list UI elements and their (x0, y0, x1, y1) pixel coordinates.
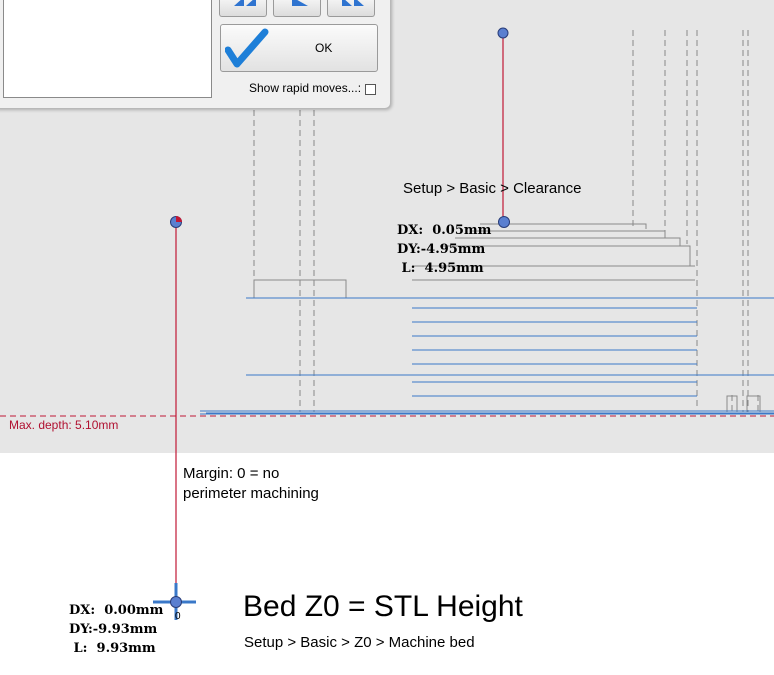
dialog-list-panel[interactable] (3, 0, 212, 98)
play-icon (292, 0, 308, 6)
max-depth-label: Max. depth: 5.10mm (9, 418, 119, 432)
clearance-bottom-handle[interactable] (498, 216, 510, 228)
rewind-button[interactable] (219, 0, 267, 17)
origin-measure-length: L: 9.93mm (69, 641, 156, 656)
toolpath-dialog: OK Show rapid moves...: (0, 0, 391, 109)
part-outline (253, 223, 761, 412)
bed-hint[interactable]: Setup > Basic > Z0 > Machine bed (244, 634, 475, 651)
rewind-icon (234, 0, 256, 6)
fast-forward-button[interactable] (327, 0, 375, 17)
origin-measure-dx: DX: 0.00mm (69, 603, 164, 618)
margin-hint-line1[interactable]: Margin: 0 = no (183, 465, 279, 482)
origin-label: 0 (175, 611, 181, 622)
ok-button[interactable]: OK (220, 24, 378, 72)
clearance-measure-length: L: 4.95mm (397, 261, 484, 276)
fast-forward-icon (342, 0, 364, 6)
margin-hint-line2[interactable]: perimeter machining (183, 485, 319, 502)
clearance-top-handle[interactable] (497, 27, 509, 39)
clearance-measure-dy: DY:-4.95mm (397, 242, 486, 257)
show-rapid-moves-checkbox[interactable] (365, 84, 376, 95)
clearance-hint[interactable]: Setup > Basic > Clearance (403, 180, 581, 197)
check-icon (225, 28, 269, 68)
ok-label: OK (315, 41, 333, 55)
show-rapid-moves-label: Show rapid moves...: (249, 81, 362, 95)
clearance-measure-dx: DX: 0.05mm (397, 223, 492, 238)
bed-title[interactable]: Bed Z0 = STL Height (243, 590, 523, 624)
play-button[interactable] (273, 0, 321, 17)
toolpath-lines (200, 297, 774, 415)
origin-measure-dy: DY:-9.93mm (69, 622, 158, 637)
margin-top-handle-mark (176, 216, 182, 222)
